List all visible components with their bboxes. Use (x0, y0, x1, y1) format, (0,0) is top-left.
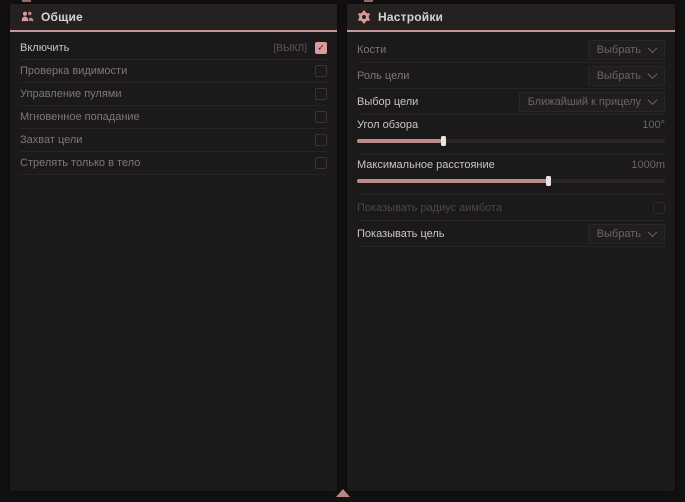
fov-slider-track[interactable] (357, 139, 665, 143)
slider-row-fov: Угол обзора 100° (357, 115, 665, 155)
dropdown-row-show-target: Показывать цель Выбрать (357, 221, 665, 247)
checkbox-bullet-control[interactable] (315, 88, 327, 100)
max-distance-slider-track[interactable] (357, 179, 665, 183)
panel-settings-header[interactable]: Настройки (347, 4, 675, 30)
fov-slider-handle[interactable] (441, 136, 446, 146)
dropdown-row-target-selection: Выбор цели Ближайший к прицелу (357, 89, 665, 115)
toggle-row-target-lock[interactable]: Захват цели (20, 129, 327, 152)
bones-dropdown[interactable]: Выбрать (588, 40, 665, 60)
slider-label-fov: Угол обзора (357, 119, 418, 131)
toggle-row-enable[interactable]: Включить [ВЫКЛ] ✓ (20, 37, 327, 60)
slider-label-max-distance: Максимальное расстояние (357, 159, 495, 171)
panel-settings-body: Кости Выбрать Роль цели Выбрать Выбор це… (347, 32, 675, 247)
toggle-row-visibility-check[interactable]: Проверка видимости (20, 60, 327, 83)
toggle-label-instant-hit: Мгновенное попадание (20, 111, 140, 123)
slider-value-max-distance: 1000m (631, 159, 665, 171)
chevron-down-icon (648, 227, 658, 237)
checkbox-enable[interactable]: ✓ (315, 42, 327, 54)
dropdown-label-bones: Кости (357, 44, 386, 56)
panel-settings: Настройки Кости Выбрать Роль цели Выбрат… (347, 4, 675, 491)
checkbox-show-aimbot-radius[interactable] (653, 202, 665, 214)
panel-general-title: Общие (41, 10, 83, 24)
scroll-up-indicator[interactable] (336, 489, 350, 497)
target-selection-dropdown-value: Ближайший к прицелу (528, 96, 641, 108)
max-distance-slider-handle[interactable] (546, 176, 551, 186)
toggle-row-instant-hit[interactable]: Мгновенное попадание (20, 106, 327, 129)
gear-icon (357, 10, 371, 24)
checkbox-instant-hit[interactable] (315, 111, 327, 123)
fov-slider[interactable] (357, 136, 665, 145)
panel-general-header[interactable]: Общие (10, 4, 337, 30)
dropdown-row-target-role: Роль цели Выбрать (357, 63, 665, 89)
chevron-down-icon (648, 95, 658, 105)
toggle-label-bullet-control: Управление пулями (20, 88, 122, 100)
chevron-down-icon (648, 43, 658, 53)
toggle-row-bullet-control[interactable]: Управление пулями (20, 83, 327, 106)
toggle-row-show-aimbot-radius[interactable]: Показывать радиус аимбота (357, 195, 665, 221)
users-icon (20, 10, 34, 24)
show-target-dropdown-value: Выбрать (597, 228, 641, 240)
toggle-label-target-lock: Захват цели (20, 134, 82, 146)
dropdown-label-target-role: Роль цели (357, 70, 409, 82)
checkbox-body-only[interactable] (315, 157, 327, 169)
fov-slider-fill (357, 139, 443, 143)
toggle-label-enable: Включить (20, 42, 69, 54)
bones-dropdown-value: Выбрать (597, 44, 641, 56)
max-distance-slider[interactable] (357, 176, 665, 185)
show-target-dropdown[interactable]: Выбрать (588, 224, 665, 244)
check-icon: ✓ (317, 43, 325, 52)
toggle-row-body-only[interactable]: Стрелять только в тело (20, 152, 327, 175)
checkbox-target-lock[interactable] (315, 134, 327, 146)
panel-general-body: Включить [ВЫКЛ] ✓ Проверка видимости Упр… (10, 32, 337, 175)
slider-value-fov: 100° (642, 119, 665, 131)
slider-row-max-distance: Максимальное расстояние 1000m (357, 155, 665, 195)
checkbox-visibility-check[interactable] (315, 65, 327, 77)
target-role-dropdown-value: Выбрать (597, 70, 641, 82)
dropdown-row-bones: Кости Выбрать (357, 37, 665, 63)
toggle-label-body-only: Стрелять только в тело (20, 157, 140, 169)
chevron-down-icon (648, 69, 658, 79)
top-edge-artifact-left (22, 0, 31, 2)
dropdown-label-target-selection: Выбор цели (357, 96, 418, 108)
panel-general: Общие Включить [ВЫКЛ] ✓ Проверка видимос… (10, 4, 337, 491)
target-selection-dropdown[interactable]: Ближайший к прицелу (519, 92, 665, 112)
toggle-label-visibility-check: Проверка видимости (20, 65, 127, 77)
max-distance-slider-fill (357, 179, 548, 183)
keybind-label[interactable]: [ВЫКЛ] (274, 43, 307, 54)
dropdown-label-show-target: Показывать цель (357, 228, 445, 240)
top-edge-artifact-right (364, 0, 373, 2)
toggle-label-show-aimbot-radius: Показывать радиус аимбота (357, 202, 502, 214)
target-role-dropdown[interactable]: Выбрать (588, 66, 665, 86)
panel-settings-title: Настройки (378, 10, 443, 24)
